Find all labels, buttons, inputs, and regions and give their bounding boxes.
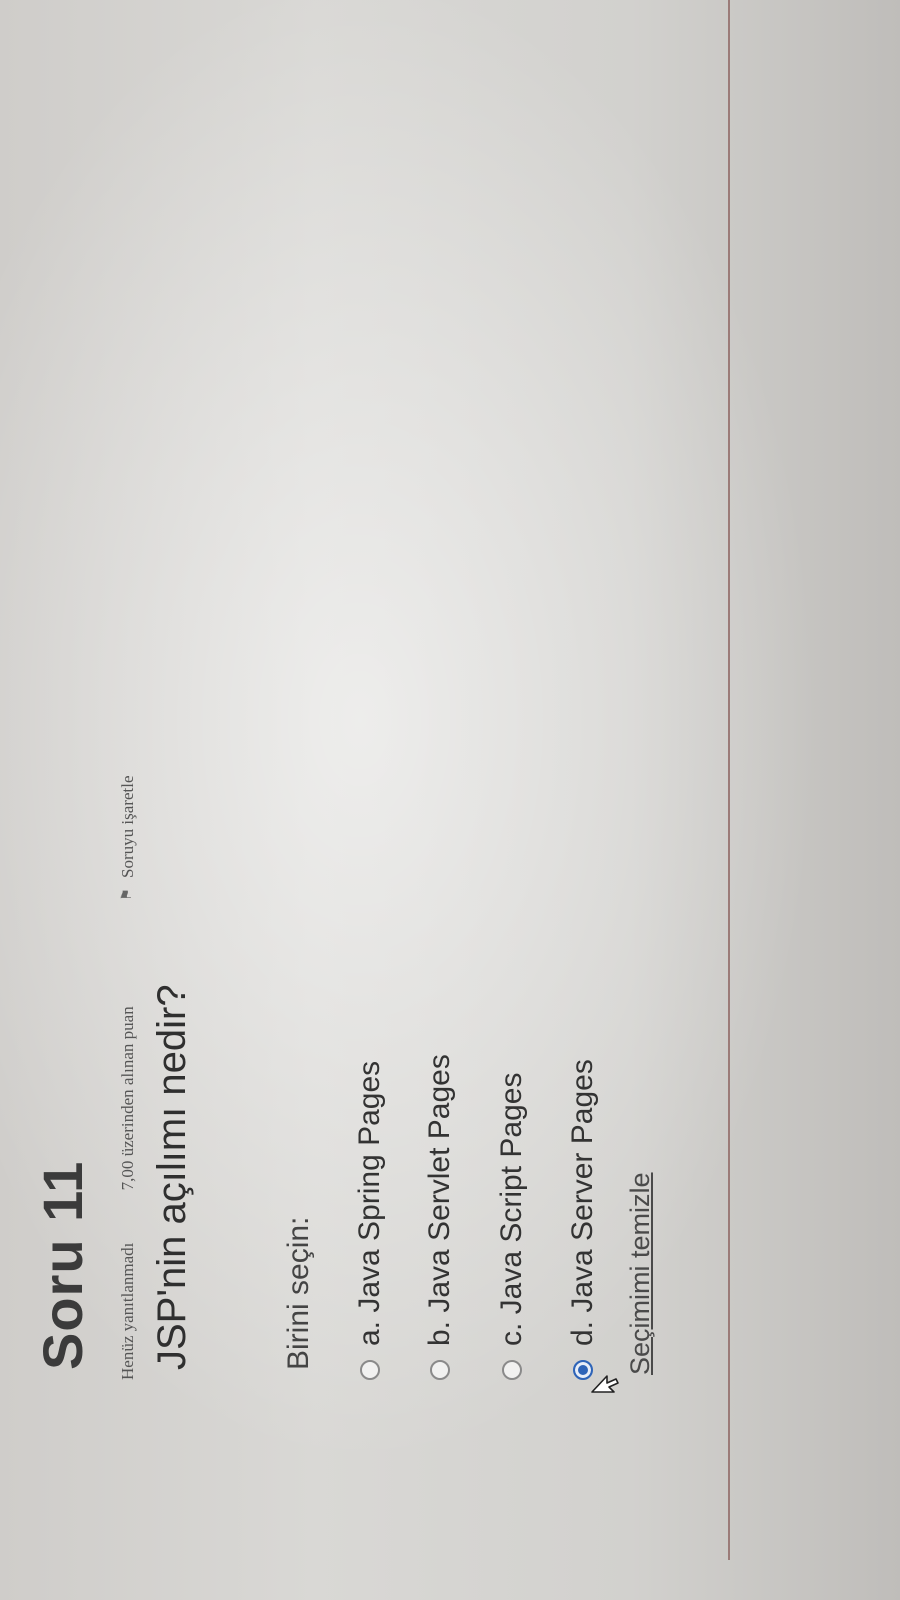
flag-icon: ⚑	[120, 888, 136, 901]
flag-question-link[interactable]: ⚑ Soruyu işaretle	[117, 775, 138, 900]
points-label: 7,00 üzerinden alınan puan	[117, 1006, 137, 1191]
radio-button-a[interactable]	[360, 1360, 380, 1380]
question-number-title: Soru 11	[31, 1160, 94, 1370]
mouse-pointer-icon	[591, 1375, 619, 1393]
clear-selection-link[interactable]: Seçimimi temizle	[625, 1172, 656, 1375]
option-label-c: c. Java Script Pages	[495, 1072, 528, 1346]
answer-prompt: Birini seçin:	[282, 1216, 315, 1370]
answer-option-d[interactable]: d. Java Server Pages	[558, 1059, 608, 1380]
radio-button-b[interactable]	[430, 1360, 450, 1380]
option-label-d: d. Java Server Pages	[566, 1059, 599, 1346]
question-panel: Soru 11 Henüz yanıtlanmadı 7,00 üzerinde…	[0, 0, 900, 1600]
answer-option-c[interactable]: c. Java Script Pages	[487, 1073, 537, 1380]
question-info-bar: Henüz yanıtlanmadı 7,00 üzerinden alınan…	[116, 775, 144, 1380]
answer-option-b[interactable]: b. Java Servlet Pages	[415, 1054, 465, 1380]
option-label-b: b. Java Servlet Pages	[423, 1054, 456, 1346]
status-label: Henüz yanıtlanmadı	[117, 1242, 137, 1380]
radio-button-c[interactable]	[502, 1360, 522, 1380]
answer-status: Henüz yanıtlanmadı 7,00 üzerinden alınan…	[117, 905, 138, 1380]
flag-label: Soruyu işaretle	[117, 775, 137, 878]
question-text: JSP'nin açılımı nedir?	[150, 984, 194, 1370]
section-divider	[728, 0, 730, 1560]
answer-option-a[interactable]: a. Java Spring Pages	[345, 1061, 395, 1380]
option-label-a: a. Java Spring Pages	[353, 1060, 386, 1346]
